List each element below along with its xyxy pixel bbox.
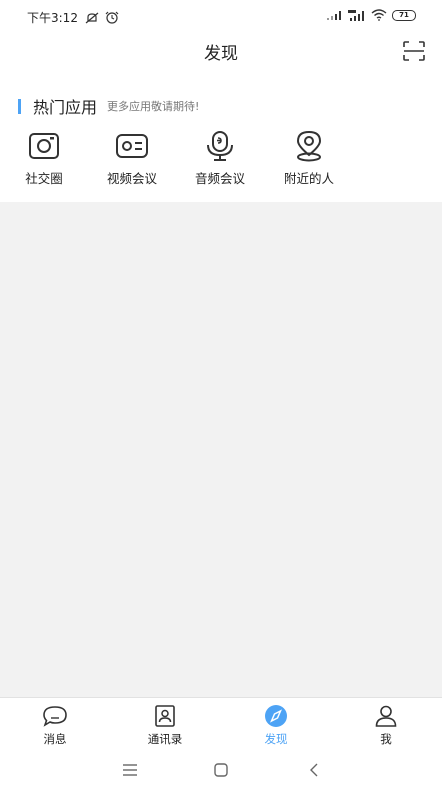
status-bar: 下午3:12 71 bbox=[0, 0, 442, 30]
battery-icon: 71 bbox=[392, 9, 416, 21]
status-time: 下午3:12 bbox=[27, 11, 78, 25]
hot-apps-header: 热门应用 更多应用敬请期待! bbox=[18, 94, 199, 118]
battery-level: 71 bbox=[399, 10, 409, 19]
hot-apps-panel: 热门应用 更多应用敬请期待! 社交圈 视频会议 音频会议 附近的人 bbox=[0, 72, 442, 202]
signal-icon bbox=[327, 11, 341, 20]
app-audio-meeting[interactable]: 音频会议 bbox=[180, 130, 260, 187]
back-icon[interactable] bbox=[304, 761, 324, 779]
tab-me[interactable]: 我 bbox=[331, 698, 441, 749]
app-label: 音频会议 bbox=[194, 171, 245, 186]
video-meeting-icon bbox=[116, 134, 148, 158]
hot-apps-subtitle: 更多应用敬请期待! bbox=[107, 100, 200, 113]
menu-icon[interactable] bbox=[120, 761, 140, 779]
tab-label: 消息 bbox=[43, 732, 67, 746]
tab-label: 发现 bbox=[264, 732, 288, 746]
system-navigation-bar bbox=[0, 749, 442, 792]
app-label: 视频会议 bbox=[106, 171, 157, 186]
wifi-icon bbox=[371, 9, 387, 21]
app-label: 社交圈 bbox=[25, 171, 63, 186]
tab-label: 通讯录 bbox=[147, 732, 183, 746]
hd-signal-icon bbox=[348, 9, 364, 21]
location-pin-icon bbox=[296, 130, 322, 162]
tab-messages[interactable]: 消息 bbox=[0, 698, 110, 749]
scan-icon[interactable] bbox=[402, 40, 426, 62]
home-icon[interactable] bbox=[211, 761, 231, 779]
tab-label: 我 bbox=[380, 732, 392, 746]
app-label: 附近的人 bbox=[283, 171, 334, 186]
microphone-icon bbox=[207, 131, 233, 161]
status-left: 下午3:12 bbox=[27, 9, 119, 26]
person-icon bbox=[375, 705, 397, 727]
status-right: 71 bbox=[327, 9, 416, 21]
section-accent-bar bbox=[18, 98, 21, 114]
compass-icon bbox=[265, 705, 287, 727]
tab-discover[interactable]: 发现 bbox=[221, 698, 331, 749]
alarm-clock-icon bbox=[105, 11, 119, 24]
app-video-meeting[interactable]: 视频会议 bbox=[92, 130, 172, 187]
page-title: 发现 bbox=[204, 44, 238, 64]
hot-apps-title: 热门应用 bbox=[33, 98, 98, 117]
contacts-icon bbox=[155, 705, 175, 727]
app-social-circle[interactable]: 社交圈 bbox=[4, 130, 84, 187]
mute-notification-icon bbox=[85, 12, 99, 23]
page-header: 发现 bbox=[0, 30, 442, 72]
chat-bubble-icon bbox=[43, 706, 67, 727]
camera-icon bbox=[29, 133, 59, 159]
bottom-tab-bar: 消息 通讯录 发现 我 bbox=[0, 697, 442, 749]
tab-contacts[interactable]: 通讯录 bbox=[110, 698, 220, 749]
app-nearby-people[interactable]: 附近的人 bbox=[269, 130, 349, 187]
